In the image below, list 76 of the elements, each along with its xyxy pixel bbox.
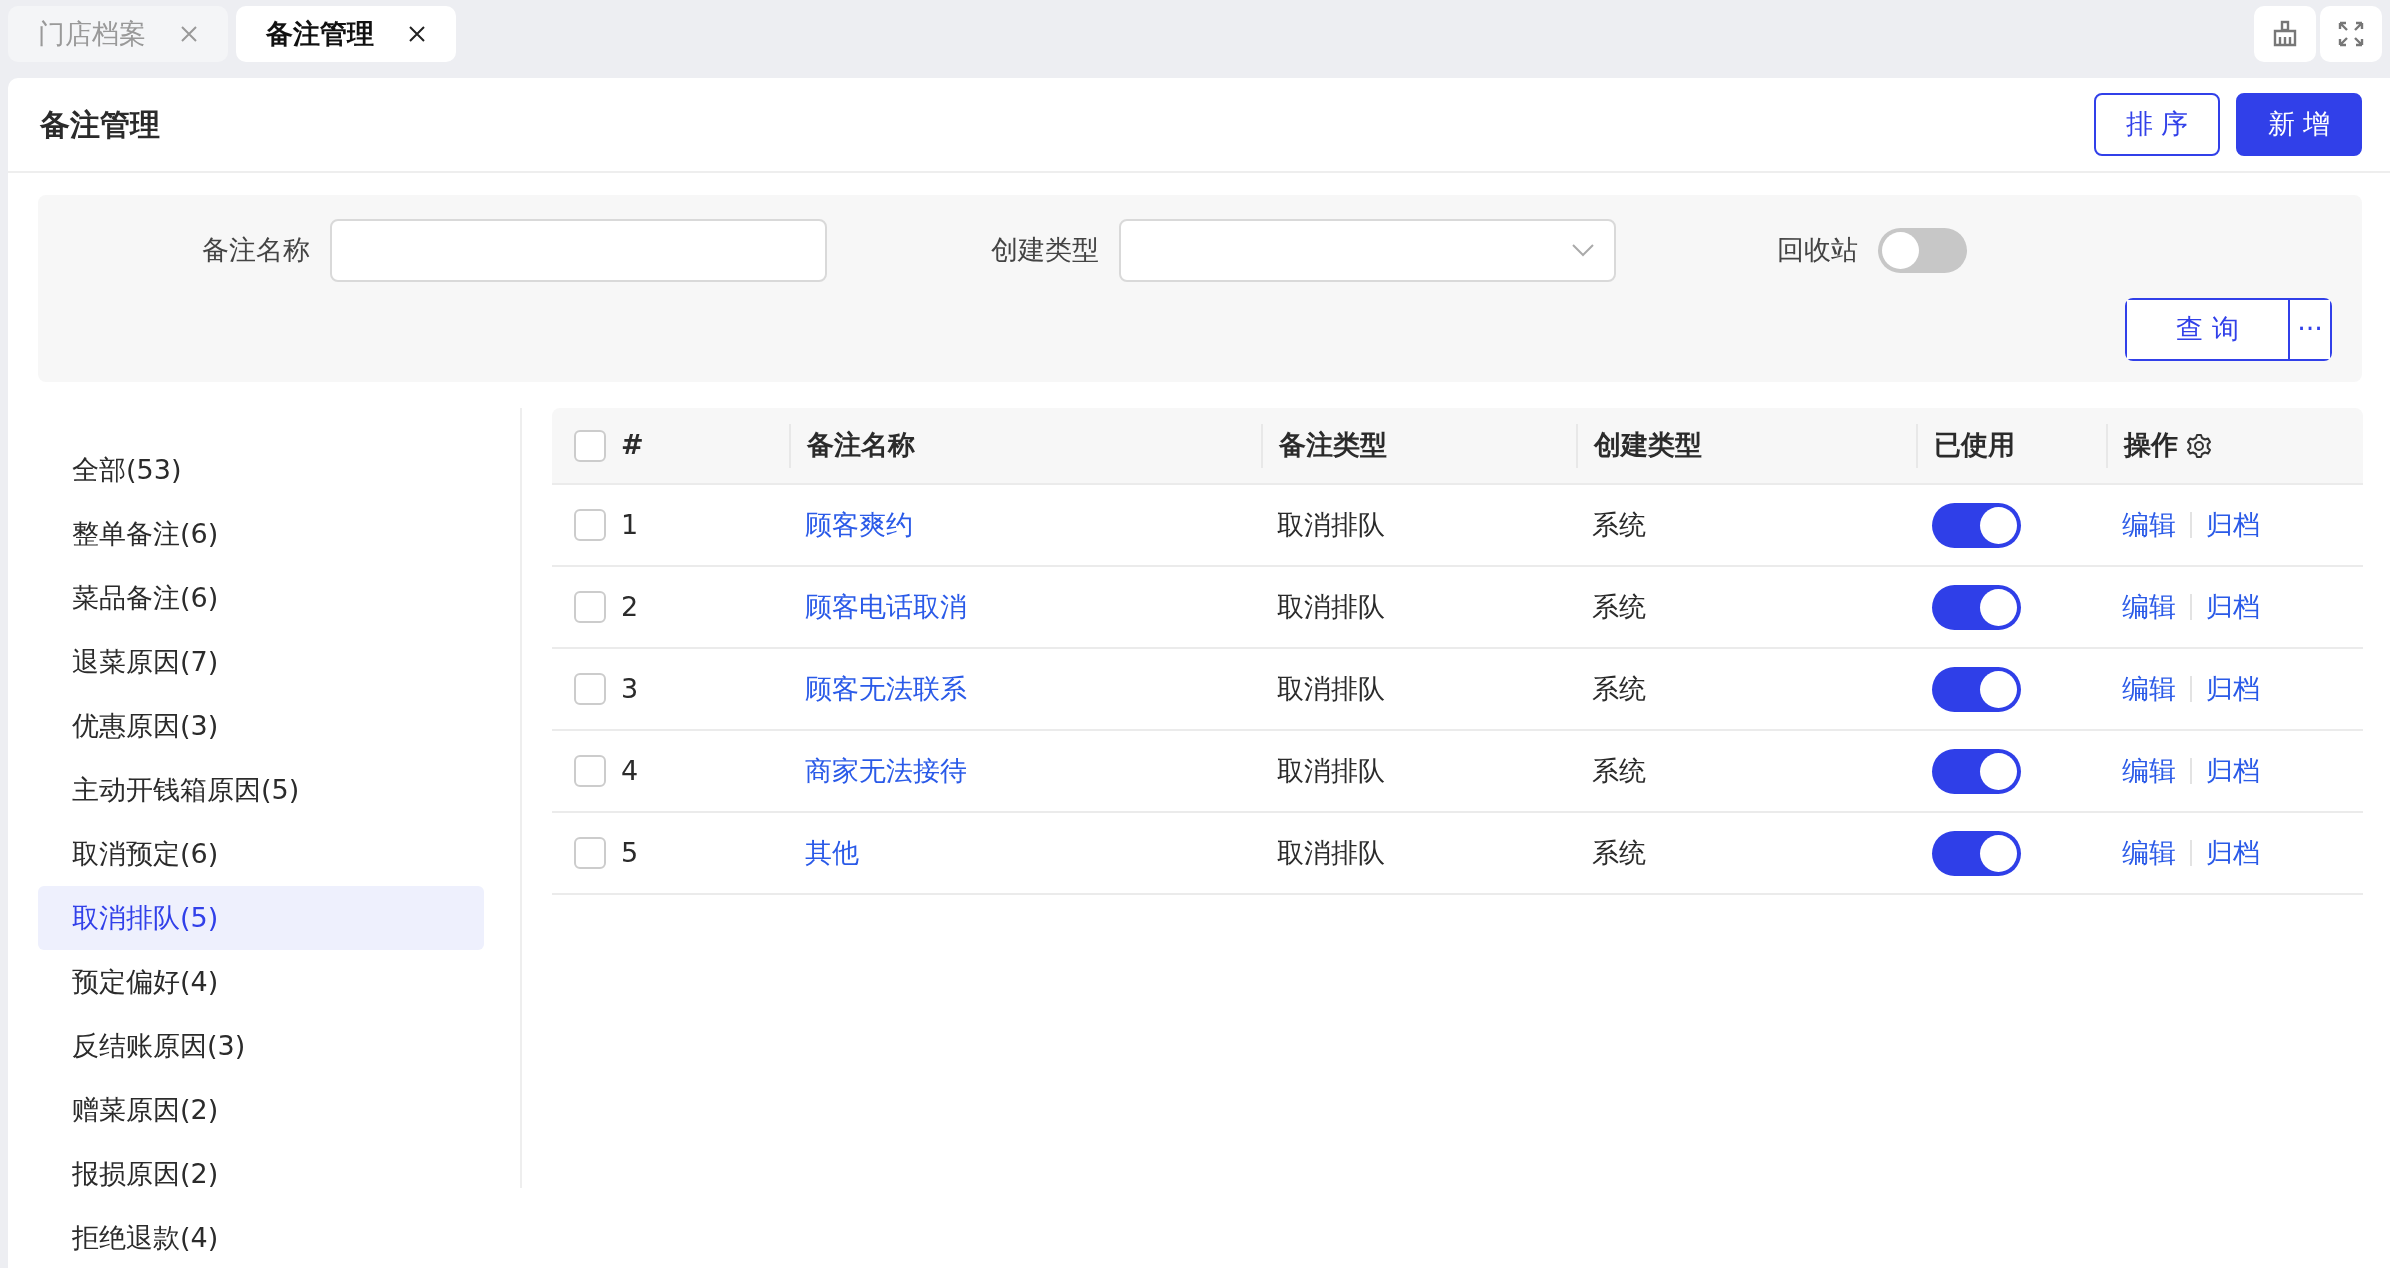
table-cell: 取消排队	[1277, 836, 1385, 868]
edit-link[interactable]: 编辑	[2108, 750, 2190, 792]
edit-link[interactable]: 编辑	[2108, 832, 2190, 874]
table-cell: 系统	[1592, 836, 1646, 868]
row-number: 1	[621, 508, 639, 540]
fullscreen-icon[interactable]	[2320, 6, 2382, 62]
archive-link[interactable]: 归档	[2192, 586, 2274, 628]
field-label: 创建类型	[990, 233, 1100, 268]
query-button[interactable]: 查 询	[2127, 300, 2290, 359]
table-cell: 系统	[1592, 508, 1646, 540]
category-item[interactable]: 反结账原因(3)	[38, 1014, 484, 1078]
category-item[interactable]: 退菜原因(7)	[38, 630, 484, 694]
row-checkbox[interactable]	[574, 509, 606, 541]
row-number: 2	[621, 590, 639, 622]
category-item[interactable]: 整单备注(6)	[38, 502, 484, 566]
category-item[interactable]: 报损原因(2)	[38, 1142, 484, 1206]
edit-link[interactable]: 编辑	[2108, 504, 2190, 546]
field-label: 备注名称	[201, 233, 311, 268]
edit-link[interactable]: 编辑	[2108, 668, 2190, 710]
row-checkbox[interactable]	[574, 673, 606, 705]
category-item[interactable]: 全部(53)	[38, 438, 484, 502]
column-header: 备注名称	[807, 428, 915, 463]
text-input-field[interactable]	[330, 219, 827, 282]
table-cell: 取消排队	[1277, 508, 1385, 540]
name-link[interactable]: 其他	[805, 836, 859, 868]
archive-link[interactable]: 归档	[2192, 750, 2274, 792]
row-checkbox[interactable]	[574, 591, 606, 623]
select-field[interactable]	[1119, 219, 1616, 282]
name-link[interactable]: 顾客电话取消	[805, 590, 967, 622]
archive-link[interactable]: 归档	[2192, 504, 2274, 546]
toggle-switch[interactable]	[1932, 502, 2021, 548]
field-label: 回收站	[1776, 233, 1859, 268]
name-link[interactable]: 顾客无法联系	[805, 672, 967, 704]
toggle-switch[interactable]	[1932, 830, 2021, 876]
row-number: 3	[621, 672, 639, 704]
category-item[interactable]: 取消预定(6)	[38, 822, 484, 886]
row-checkbox[interactable]	[574, 837, 606, 869]
column-header: 创建类型	[1594, 428, 1702, 463]
column-header: 已使用	[1934, 428, 2015, 463]
category-item[interactable]: 优惠原因(3)	[38, 694, 484, 758]
toggle-switch[interactable]	[1932, 584, 2021, 630]
broom-icon[interactable]	[2254, 6, 2316, 62]
category-item[interactable]: 赠菜原因(2)	[38, 1078, 484, 1142]
category-item[interactable]: 主动开钱箱原因(5)	[38, 758, 484, 822]
category-item[interactable]: 菜品备注(6)	[38, 566, 484, 630]
sort-button[interactable]: 排 序	[2094, 93, 2220, 156]
table-cell: 取消排队	[1277, 590, 1385, 622]
table-cell: 系统	[1592, 754, 1646, 786]
edit-link[interactable]: 编辑	[2108, 586, 2190, 628]
close-icon[interactable]	[408, 25, 426, 43]
row-checkbox[interactable]	[574, 755, 606, 787]
toggle-switch[interactable]	[1878, 228, 1967, 273]
select-all-checkbox[interactable]	[574, 429, 606, 462]
name-link[interactable]: 商家无法接待	[805, 754, 967, 786]
archive-link[interactable]: 归档	[2192, 832, 2274, 874]
table-cell: 取消排队	[1277, 672, 1385, 704]
category-item[interactable]: 拒绝退款(4)	[38, 1206, 484, 1268]
settings-icon[interactable]	[2186, 432, 2212, 459]
page-title: 备注管理	[40, 106, 160, 144]
chevron-down-icon	[1572, 243, 1594, 258]
table-cell: 系统	[1592, 672, 1646, 704]
archive-link[interactable]: 归档	[2192, 668, 2274, 710]
row-number: 5	[621, 836, 639, 868]
toggle-switch[interactable]	[1932, 748, 2021, 794]
column-header: 操作	[2124, 428, 2178, 463]
table-cell: 系统	[1592, 590, 1646, 622]
category-item[interactable]: 取消排队(5)	[38, 886, 484, 950]
table-cell: 取消排队	[1277, 754, 1385, 786]
column-header: #	[621, 429, 644, 461]
category-item[interactable]: 预定偏好(4)	[38, 950, 484, 1014]
toggle-switch[interactable]	[1932, 666, 2021, 712]
add-button[interactable]: 新 增	[2236, 93, 2362, 156]
column-header: 备注类型	[1279, 428, 1387, 463]
row-number: 4	[621, 754, 639, 786]
tab[interactable]: 备注管理	[236, 6, 456, 62]
name-link[interactable]: 顾客爽约	[805, 508, 913, 540]
